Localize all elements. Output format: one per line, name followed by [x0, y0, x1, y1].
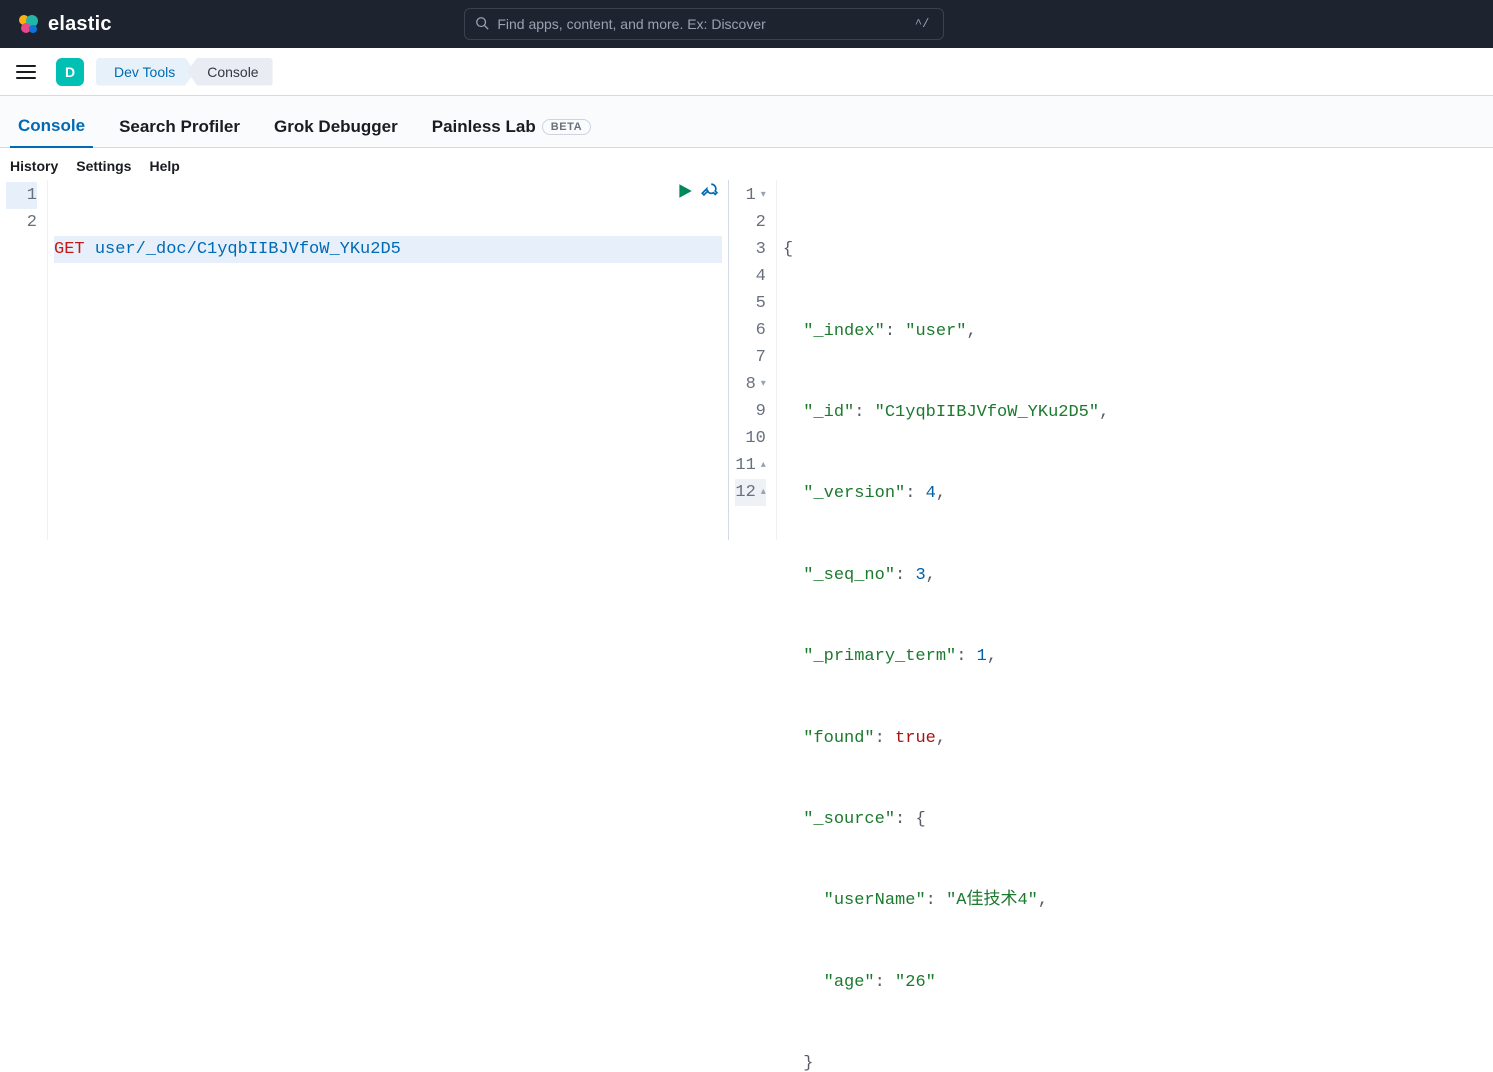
beta-badge: BETA [542, 119, 592, 135]
line-number: 6 [756, 317, 766, 344]
brand-logo[interactable]: elastic [16, 12, 112, 36]
breadcrumb-console[interactable]: Console [187, 58, 272, 86]
top-header: elastic Find apps, content, and more. Ex… [0, 0, 1493, 48]
json-val: 1 [977, 643, 987, 670]
space-selector[interactable]: D [56, 58, 84, 86]
run-request-button[interactable] [676, 182, 694, 210]
json-key: "_source" [803, 806, 895, 833]
link-settings[interactable]: Settings [76, 158, 131, 174]
brace: } [803, 1050, 813, 1072]
search-shortcut-hint: ^/ [911, 17, 933, 31]
json-val: "user" [905, 318, 966, 345]
line-number: 2 [756, 209, 766, 236]
sub-header: D Dev Tools Console [0, 48, 1493, 96]
line-number: 8 [746, 371, 756, 398]
request-gutter: 1 2 [0, 180, 48, 540]
json-key: "age" [824, 969, 875, 996]
response-gutter: 1▾ 2 3 4 5 6 7 8▾ 9 10 11▴ 12▴ [729, 180, 777, 540]
nav-toggle-button[interactable] [16, 58, 44, 86]
search-placeholder: Find apps, content, and more. Ex: Discov… [497, 16, 903, 32]
json-val: true [895, 725, 936, 752]
json-key: "_primary_term" [803, 643, 956, 670]
line-number: 5 [756, 290, 766, 317]
request-pane: 1 2 GET user/_doc/C1yqbIIBJVfoW_YKu2D5 [0, 180, 728, 540]
json-key: "found" [803, 725, 874, 752]
request-method: GET [54, 236, 85, 263]
request-path: user/_doc/C1yqbIIBJVfoW_YKu2D5 [95, 236, 401, 263]
tab-console[interactable]: Console [10, 108, 93, 148]
tab-painless-lab[interactable]: Painless Lab BETA [424, 109, 599, 147]
json-key: "userName" [824, 887, 926, 914]
brand-text: elastic [48, 13, 112, 36]
elastic-logo-icon [16, 12, 40, 36]
link-help[interactable]: Help [149, 158, 179, 174]
json-key: "_version" [803, 480, 905, 507]
request-options-button[interactable] [700, 182, 718, 210]
json-key: "_seq_no" [803, 562, 895, 589]
brace: { [915, 806, 925, 833]
line-number: 1 [746, 182, 756, 209]
devtools-tabs: Console Search Profiler Grok Debugger Pa… [0, 96, 1493, 148]
link-history[interactable]: History [10, 158, 58, 174]
json-val: "26" [895, 969, 936, 996]
json-val: "C1yqbIIBJVfoW_YKu2D5" [875, 399, 1099, 426]
line-number: 12 [735, 479, 755, 506]
breadcrumb-devtools[interactable]: Dev Tools [96, 58, 195, 86]
tab-search-profiler[interactable]: Search Profiler [111, 109, 248, 147]
breadcrumb: Dev Tools Console [96, 58, 273, 86]
search-icon [475, 16, 489, 33]
request-actions [676, 182, 718, 210]
global-search[interactable]: Find apps, content, and more. Ex: Discov… [464, 8, 944, 40]
response-pane: 1▾ 2 3 4 5 6 7 8▾ 9 10 11▴ 12▴ { "_index… [728, 180, 1493, 540]
json-key: "_id" [803, 399, 854, 426]
brace: { [783, 236, 793, 263]
json-val: 3 [915, 562, 925, 589]
request-editor[interactable]: GET user/_doc/C1yqbIIBJVfoW_YKu2D5 [48, 180, 728, 401]
response-viewer[interactable]: { "_index": "user", "_id": "C1yqbIIBJVfo… [777, 180, 1493, 1072]
line-number: 11 [735, 452, 755, 479]
line-number: 10 [745, 425, 765, 452]
line-number: 3 [756, 236, 766, 263]
tab-grok-debugger[interactable]: Grok Debugger [266, 109, 406, 147]
line-number: 7 [756, 344, 766, 371]
editor-split: 1 2 GET user/_doc/C1yqbIIBJVfoW_YKu2D5 1… [0, 180, 1493, 540]
json-val: 4 [926, 480, 936, 507]
tab-painless-lab-label: Painless Lab [432, 117, 536, 137]
line-number: 1 [27, 182, 37, 209]
json-key: "_index" [803, 318, 885, 345]
line-number: 9 [756, 398, 766, 425]
json-val: "A佳技术4" [946, 887, 1038, 914]
line-number: 4 [756, 263, 766, 290]
line-number: 2 [27, 209, 37, 236]
console-subnav: History Settings Help [0, 148, 1493, 180]
